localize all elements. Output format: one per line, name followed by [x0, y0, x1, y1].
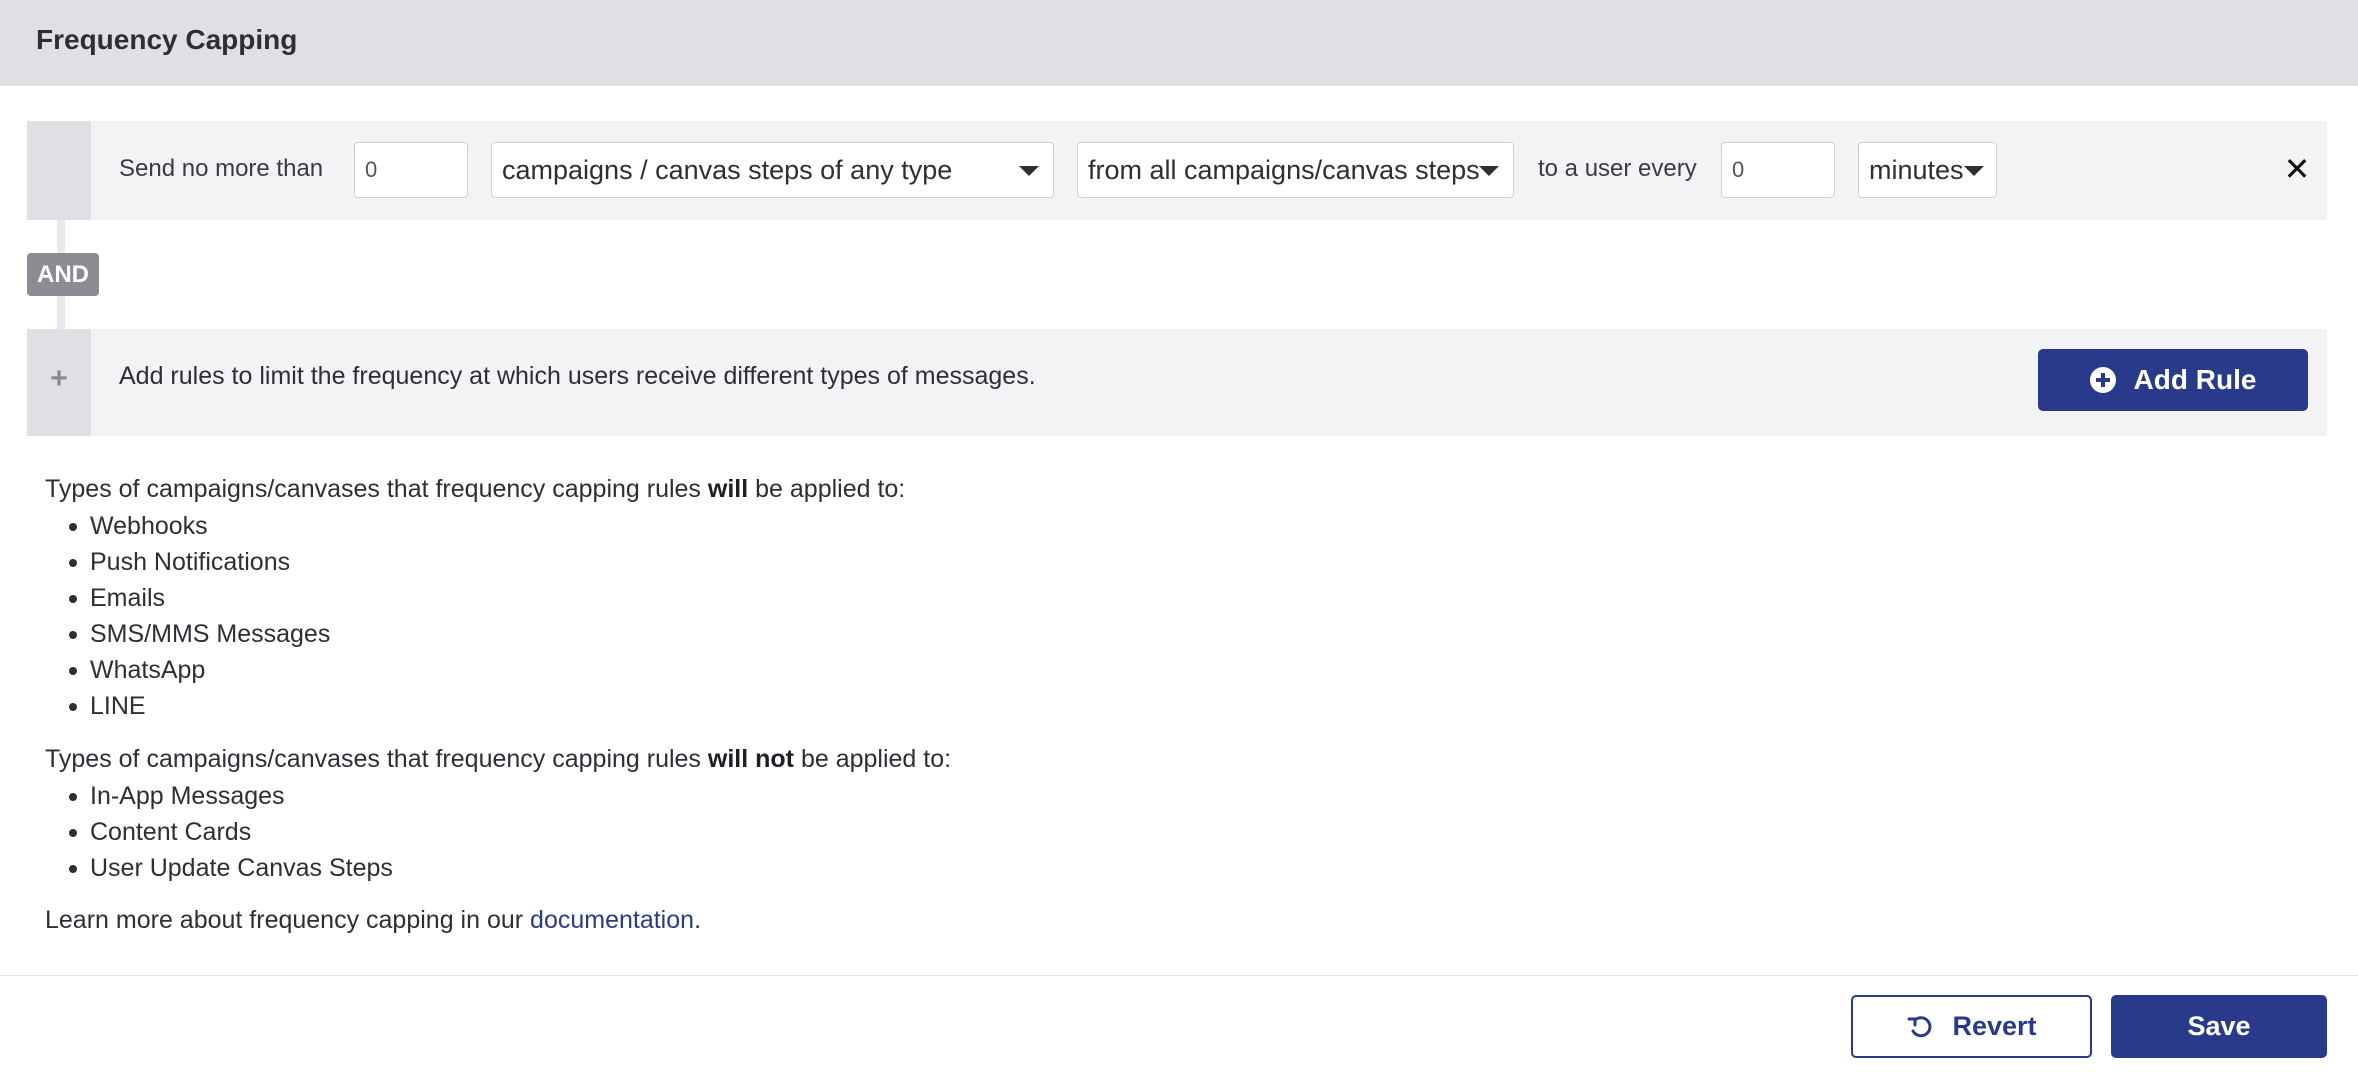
not-applied-heading: Types of campaigns/canvases that frequen…	[45, 745, 952, 773]
chevron-down-icon	[1479, 166, 1499, 176]
list-item: Content Cards	[69, 814, 393, 850]
learn-more-text: Learn more about frequency capping in ou…	[45, 906, 702, 934]
period-unit-value: minutes	[1869, 154, 1964, 185]
footer-divider	[0, 975, 2358, 976]
message-type-select[interactable]: campaigns / canvas steps of any type	[491, 142, 1054, 198]
page-header: Frequency Capping	[0, 0, 2358, 86]
revert-label: Revert	[1952, 1011, 2037, 1041]
frequency-rule-row: Send no more than campaigns / canvas ste…	[27, 121, 2327, 220]
list-item: Emails	[68, 580, 330, 616]
message-type-value: campaigns / canvas steps of any type	[502, 154, 953, 185]
page-title: Frequency Capping	[36, 24, 298, 55]
period-value-input[interactable]	[1721, 142, 1835, 198]
list-item: Webhooks	[68, 508, 330, 544]
send-no-more-label: Send no more than	[119, 155, 324, 182]
save-button[interactable]: Save	[2111, 995, 2327, 1058]
save-label: Save	[2187, 1011, 2251, 1041]
plus-circle-icon	[2089, 367, 2116, 393]
add-rule-description: Add rules to limit the frequency at whic…	[119, 362, 1036, 390]
list-item: Push Notifications	[68, 544, 330, 580]
add-rule-row: + Add rules to limit the frequency at wh…	[27, 329, 2327, 436]
revert-button[interactable]: Revert	[1851, 995, 2092, 1058]
and-badge: AND	[27, 253, 99, 296]
applied-list: Webhooks Push Notifications Emails SMS/M…	[68, 508, 330, 724]
source-select[interactable]: from all campaigns/canvas steps	[1077, 142, 1514, 198]
list-item: LINE	[68, 688, 330, 724]
rule-drag-gutter	[27, 121, 91, 220]
chevron-down-icon	[1019, 166, 1039, 176]
list-item: WhatsApp	[68, 652, 330, 688]
chevron-down-icon	[1964, 166, 1984, 176]
message-count-input[interactable]	[354, 142, 468, 198]
documentation-link[interactable]: documentation	[530, 906, 694, 934]
to-user-every-label: to a user every	[1538, 155, 1697, 182]
add-rule-button[interactable]: Add Rule	[2038, 349, 2308, 411]
applied-heading: Types of campaigns/canvases that frequen…	[45, 475, 906, 503]
undo-icon	[1907, 1015, 1932, 1037]
list-item: User Update Canvas Steps	[69, 850, 393, 886]
source-value: from all campaigns/canvas steps	[1088, 154, 1480, 185]
add-rule-label: Add Rule	[2133, 364, 2257, 395]
list-item: In-App Messages	[69, 778, 393, 814]
plus-icon: +	[27, 329, 91, 436]
list-item: SMS/MMS Messages	[68, 616, 330, 652]
close-icon[interactable]: ✕	[2282, 151, 2312, 187]
not-applied-list: In-App Messages Content Cards User Updat…	[69, 778, 393, 886]
